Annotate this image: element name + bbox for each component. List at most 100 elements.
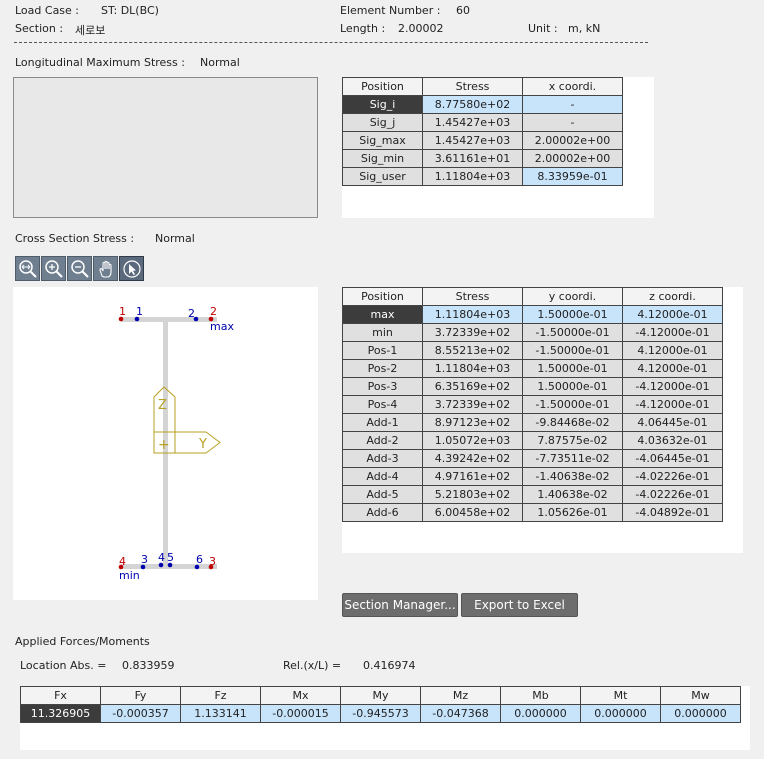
table-cell[interactable]: 1.11804e+03 (422, 305, 523, 324)
table-cell[interactable]: 4.12000e-01 (622, 341, 723, 360)
table-row[interactable]: Add-6 6.00458e+02 1.05626e-01 -4.04892e-01 (342, 503, 723, 522)
table-cell[interactable]: 11.326905 (20, 704, 101, 723)
table-cell[interactable]: 2.00002e+00 (522, 149, 623, 168)
table-row[interactable]: Pos-4 3.72339e+02 -1.50000e-01 -4.12000e-01 (342, 395, 723, 414)
cross-col-header[interactable]: Stress (422, 287, 523, 306)
forces-col-header[interactable]: Mx (260, 686, 341, 705)
table-cell[interactable]: - (522, 113, 623, 132)
table-cell[interactable]: 1.50000e-01 (522, 359, 623, 378)
row-header[interactable]: Sig_user (342, 167, 423, 186)
table-cell[interactable]: -1.40638e-02 (522, 467, 623, 486)
table-row[interactable]: Pos-2 1.11804e+03 1.50000e-01 4.12000e-01 (342, 359, 723, 378)
table-cell[interactable]: 4.39242e+02 (422, 449, 523, 468)
table-cell[interactable]: -4.12000e-01 (622, 323, 723, 342)
table-cell[interactable]: -0.000015 (260, 704, 341, 723)
table-cell[interactable]: 4.12000e-01 (622, 305, 723, 324)
forces-col-header[interactable]: Mz (420, 686, 501, 705)
row-header[interactable]: Add-5 (342, 485, 423, 504)
table-cell[interactable]: -0.945573 (340, 704, 421, 723)
table-row[interactable]: Add-2 1.05072e+03 7.87575e-02 4.03632e-01 (342, 431, 723, 450)
forces-col-header[interactable]: Fz (180, 686, 261, 705)
table-cell[interactable]: 6.35169e+02 (422, 377, 523, 396)
table-row[interactable]: Add-4 4.97161e+02 -1.40638e-02 -4.02226e-01 (342, 467, 723, 486)
cross-col-header[interactable]: y coordi. (522, 287, 623, 306)
table-row[interactable]: Pos-1 8.55213e+02 -1.50000e-01 4.12000e-01 (342, 341, 723, 360)
row-header[interactable]: Add-2 (342, 431, 423, 450)
row-header[interactable]: Add-4 (342, 467, 423, 486)
table-cell[interactable]: 6.00458e+02 (422, 503, 523, 522)
table-cell[interactable]: - (522, 95, 623, 114)
row-header[interactable]: Sig_min (342, 149, 423, 168)
table-cell[interactable]: 5.21803e+02 (422, 485, 523, 504)
table-cell[interactable]: 7.87575e-02 (522, 431, 623, 450)
table-row[interactable]: Sig_j 1.45427e+03- (342, 113, 623, 132)
table-cell[interactable]: 4.12000e-01 (622, 359, 723, 378)
table-cell[interactable]: 1.50000e-01 (522, 377, 623, 396)
zoom-in-button[interactable] (41, 256, 66, 281)
table-cell[interactable]: 3.72339e+02 (422, 323, 523, 342)
section-manager-button[interactable]: Section Manager... (342, 593, 458, 617)
table-cell[interactable]: 4.97161e+02 (422, 467, 523, 486)
forces-col-header[interactable]: Mt (580, 686, 661, 705)
select-button[interactable] (119, 256, 144, 281)
forces-col-header[interactable]: Fx (20, 686, 101, 705)
table-cell[interactable]: -9.84468e-02 (522, 413, 623, 432)
table-row[interactable]: Pos-3 6.35169e+02 1.50000e-01 -4.12000e-01 (342, 377, 723, 396)
table-cell[interactable]: 1.11804e+03 (422, 167, 523, 186)
pan-button[interactable] (93, 256, 118, 281)
export-to-excel-button[interactable]: Export to Excel (461, 593, 578, 617)
row-header[interactable]: Sig_max (342, 131, 423, 150)
row-header[interactable]: Add-3 (342, 449, 423, 468)
row-header[interactable]: Pos-1 (342, 341, 423, 360)
table-row[interactable]: Sig_max 1.45427e+03 2.00002e+00 (342, 131, 623, 150)
long-col-header[interactable]: x coordi. (522, 77, 623, 96)
table-cell[interactable]: 0.000000 (500, 704, 581, 723)
row-header[interactable]: Pos-4 (342, 395, 423, 414)
table-row[interactable]: Sig_min 3.61161e+01 2.00002e+00 (342, 149, 623, 168)
table-cell[interactable]: 8.33959e-01 (522, 167, 623, 186)
table-cell[interactable]: 8.55213e+02 (422, 341, 523, 360)
row-header[interactable]: Add-6 (342, 503, 423, 522)
table-cell[interactable]: -7.73511e-02 (522, 449, 623, 468)
row-header[interactable]: Pos-3 (342, 377, 423, 396)
zoom-out-button[interactable] (67, 256, 92, 281)
table-row[interactable]: Add-1 8.97123e+02 -9.84468e-02 4.06445e-01 (342, 413, 723, 432)
table-cell[interactable]: -4.06445e-01 (622, 449, 723, 468)
row-header[interactable]: max (342, 305, 423, 324)
forces-col-header[interactable]: Fy (100, 686, 181, 705)
table-cell[interactable]: 1.05626e-01 (522, 503, 623, 522)
table-cell[interactable]: 0.000000 (660, 704, 741, 723)
table-row[interactable]: Sig_i 8.77580e+02- (342, 95, 623, 114)
table-row[interactable]: max 1.11804e+03 1.50000e-01 4.12000e-01 (342, 305, 723, 324)
cross-col-header[interactable]: z coordi. (622, 287, 723, 306)
cross-col-header[interactable]: Position (342, 287, 423, 306)
row-header[interactable]: min (342, 323, 423, 342)
table-cell[interactable]: 1.45427e+03 (422, 131, 523, 150)
table-row[interactable]: min 3.72339e+02 -1.50000e-01 -4.12000e-01 (342, 323, 723, 342)
table-cell[interactable]: 3.61161e+01 (422, 149, 523, 168)
row-header[interactable]: Add-1 (342, 413, 423, 432)
table-cell[interactable]: -4.12000e-01 (622, 377, 723, 396)
table-cell[interactable]: 1.50000e-01 (522, 305, 623, 324)
table-cell[interactable]: -1.50000e-01 (522, 323, 623, 342)
table-row[interactable]: Add-3 4.39242e+02 -7.73511e-02 -4.06445e-01 (342, 449, 723, 468)
table-cell[interactable]: -0.047368 (420, 704, 501, 723)
table-cell[interactable]: 1.11804e+03 (422, 359, 523, 378)
table-row[interactable]: Add-5 5.21803e+02 1.40638e-02 -4.02226e-01 (342, 485, 723, 504)
table-cell[interactable]: 8.97123e+02 (422, 413, 523, 432)
table-cell[interactable]: 4.03632e-01 (622, 431, 723, 450)
table-cell[interactable]: -1.50000e-01 (522, 395, 623, 414)
table-cell[interactable]: 3.72339e+02 (422, 395, 523, 414)
table-row[interactable]: Sig_user 1.11804e+03 8.33959e-01 (342, 167, 623, 186)
table-cell[interactable]: 1.133141 (180, 704, 261, 723)
long-col-header[interactable]: Stress (422, 77, 523, 96)
table-cell[interactable]: -4.04892e-01 (622, 503, 723, 522)
table-row[interactable]: 11.326905 -0.000357 1.133141 -0.000015 -0.94… (20, 704, 741, 723)
table-cell[interactable]: 1.05072e+03 (422, 431, 523, 450)
table-cell[interactable]: -4.02226e-01 (622, 467, 723, 486)
zoom-fit-button[interactable] (15, 256, 40, 281)
table-cell[interactable]: -4.02226e-01 (622, 485, 723, 504)
table-cell[interactable]: 0.000000 (580, 704, 661, 723)
table-cell[interactable]: 2.00002e+00 (522, 131, 623, 150)
forces-col-header[interactable]: My (340, 686, 421, 705)
